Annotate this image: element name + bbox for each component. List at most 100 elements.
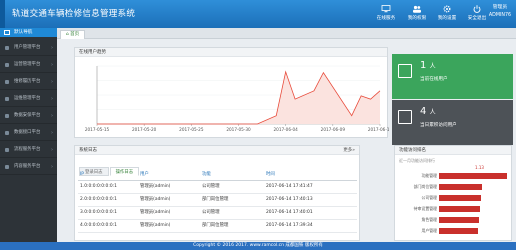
series-area xyxy=(97,71,380,124)
cell-function: 部门岗位管理 xyxy=(202,223,229,228)
header-online-service-label: 在线服务 xyxy=(376,16,396,21)
menu-icon xyxy=(5,97,9,101)
ranking-bar xyxy=(439,206,480,212)
log-subtabs: 登录日志 操作日志 xyxy=(79,158,140,176)
cell-function: 部门岗位管理 xyxy=(202,197,229,202)
monitor-icon xyxy=(381,5,391,13)
menu-icon xyxy=(5,131,9,135)
sidebar-item-maintenance-history[interactable]: 维修履历平台 › xyxy=(0,74,57,90)
sidebar-item-label: 流程服务平台 xyxy=(14,147,41,152)
menu-icon xyxy=(5,114,9,118)
table-row[interactable]: 2.0:0:0:0:0:0:0:1 管理员(admin) 部门岗位管理 2017… xyxy=(78,194,357,207)
tab-home-label: 首页 xyxy=(70,32,80,37)
stat-card-online-users: 1 人 当前在线用户 xyxy=(392,54,513,99)
ranking-row: 用户管理 xyxy=(395,227,513,235)
user-group-icon xyxy=(413,5,421,13)
ranking-row: 待审设置管理 xyxy=(395,205,513,213)
sidebar-item-ops-mgmt[interactable]: 运营管理平台 › xyxy=(0,57,57,73)
ranking-row: 功能管理 xyxy=(395,172,513,180)
ranking-row: 公司管理 xyxy=(395,194,513,202)
app-title: 轨道交通车辆检修信息管理系统 xyxy=(12,9,136,19)
current-user[interactable]: 管理员 ADMIN76 xyxy=(485,4,515,26)
online-users-chart-panel: 在线用户趋势 2017-05-15 2017-05-20 2017-05-25 201… xyxy=(74,47,389,138)
tab-bar: ⌂ 首页 xyxy=(57,28,516,39)
x-tick-label: 2017-05-15 xyxy=(85,127,110,132)
sidebar: 默认导航 用户管理平台 › 运营管理平台 › 维修履历平台 › 运维管理平台 › 数据安… xyxy=(0,28,57,250)
chevron-right-icon: › xyxy=(51,96,53,102)
header-my-permission-label: 我的权限 xyxy=(407,16,427,21)
table-row[interactable]: 3.0:0:0:0:0:0:0:1 管理员(admin) 公司管理 2017-0… xyxy=(78,207,357,220)
cell-user: 管理员(admin) xyxy=(140,210,171,215)
cell-user: 管理员(admin) xyxy=(140,197,171,202)
stat-daily-value: 4 人 xyxy=(420,106,436,117)
ranking-bar xyxy=(439,228,478,234)
system-log-panel: 系统日志 更多» 登录日志 操作日志 IP 用户 功能 时间 1.0:0:0:0:… xyxy=(74,145,360,241)
col-time: 时间 xyxy=(266,172,275,177)
chevron-right-icon: › xyxy=(51,130,53,136)
tab-home[interactable]: ⌂ 首页 xyxy=(60,30,85,39)
ranking-bar xyxy=(439,173,507,179)
sidebar-item-workflow[interactable]: 流程服务平台 › xyxy=(0,142,57,158)
clock-card-icon xyxy=(398,64,412,78)
col-ip: IP xyxy=(80,172,84,177)
cell-ip: 2.0:0:0:0:0:0:0:1 xyxy=(80,197,117,202)
feature-ranking-panel: 功能访问排名 近一月功能访问排行 1.13 功能管理部门岗位管理公司管理待审设置… xyxy=(394,145,512,241)
power-icon xyxy=(473,5,481,13)
x-tick-label: 2017-06-04 xyxy=(273,127,298,132)
gear-icon xyxy=(443,5,451,13)
user-id: ADMIN76 xyxy=(488,13,512,18)
ranking-bars: 功能管理部门岗位管理公司管理待审设置管理角色管理用户管理 xyxy=(395,172,513,240)
sidebar-item-label: 维修履历平台 xyxy=(14,79,41,84)
sidebar-item-om-mgmt[interactable]: 运维管理平台 › xyxy=(0,91,57,107)
app-root: 轨道交通车辆检修信息管理系统 在线服务 我的权限 我的设置 安全退出 管理员 A… xyxy=(0,0,516,250)
ranking-bar xyxy=(439,217,479,223)
ranking-subtitle: 近一月功能访问排行 xyxy=(399,158,435,163)
table-row[interactable]: 1.0:0:0:0:0:0:0:1 管理员(admin) 公司管理 2017-0… xyxy=(78,181,357,194)
ranking-bar xyxy=(439,184,483,190)
chevron-right-icon: › xyxy=(51,45,53,51)
cell-ip: 4.0:0:0:0:0:0:0:1 xyxy=(80,223,117,228)
stat-card-daily-visitors: 4 人 当日累积访问用户 xyxy=(392,100,513,145)
col-function: 功能 xyxy=(202,172,211,177)
sidebar-item-user-mgmt[interactable]: 用户管理平台 › xyxy=(0,40,57,56)
user-name: 管理员 xyxy=(492,5,508,10)
cell-time: 2017-06-14 17:41:47 xyxy=(266,184,313,189)
logo-mark xyxy=(0,0,5,28)
cell-time: 2017-06-14 17:40:13 xyxy=(266,197,313,202)
ranking-label: 部门岗位管理 xyxy=(413,184,437,189)
sidebar-item-label: 运维管理平台 xyxy=(14,96,41,101)
menu-icon xyxy=(5,80,9,84)
sidebar-item-label: 数据安保平台 xyxy=(14,113,41,118)
cell-ip: 3.0:0:0:0:0:0:0:1 xyxy=(80,210,117,215)
calendar-card-icon xyxy=(398,110,412,124)
x-tick-label: 2017-05-20 xyxy=(132,127,157,132)
cell-user: 管理员(admin) xyxy=(140,223,171,228)
sidebar-item-default-nav[interactable]: 默认导航 xyxy=(0,28,57,37)
chevron-right-icon: › xyxy=(51,164,53,170)
chevron-right-icon: › xyxy=(51,113,53,119)
sidebar-item-data-interface[interactable]: 数据接口平台 › xyxy=(0,125,57,141)
ranking-bar xyxy=(439,195,482,201)
ranking-top-value: 1.13 xyxy=(475,165,484,170)
more-link[interactable]: 更多» xyxy=(343,146,355,155)
chevron-right-icon: › xyxy=(51,147,53,153)
chevron-right-icon: › xyxy=(51,79,53,85)
x-tick-label: 2017-05-30 xyxy=(226,127,251,132)
x-tick-label: 2017-06-14 xyxy=(368,127,389,132)
ranking-panel-title: 功能访问排名 xyxy=(395,146,511,155)
ranking-label: 角色管理 xyxy=(421,217,437,222)
cell-time: 2017-06-14 17:40:01 xyxy=(266,210,313,215)
menu-icon xyxy=(5,165,9,169)
sidebar-item-content[interactable]: 内容服务平台 › xyxy=(0,159,57,175)
table-row[interactable]: 4.0:0:0:0:0:0:0:1 管理员(admin) 部门岗位管理 2017… xyxy=(78,220,357,233)
stat-online-label: 当前在线用户 xyxy=(420,77,448,82)
menu-icon xyxy=(5,63,9,67)
chart-panel-title: 在线用户趋势 xyxy=(75,48,387,57)
sidebar-item-data-security[interactable]: 数据安保平台 › xyxy=(0,108,57,124)
cell-user: 管理员(admin) xyxy=(140,184,171,189)
top-header: 轨道交通车辆检修信息管理系统 在线服务 我的权限 我的设置 安全退出 管理员 A… xyxy=(0,0,516,28)
footer: Copyright © 2016 2017. www.ramcol.cn 成都国… xyxy=(0,242,516,250)
log-table: IP 用户 功能 时间 1.0:0:0:0:0:0:0:1 管理员(admin)… xyxy=(78,170,357,233)
sidebar-item-label: 数据接口平台 xyxy=(14,130,41,135)
sidebar-item-label: 默认导航 xyxy=(14,30,33,35)
